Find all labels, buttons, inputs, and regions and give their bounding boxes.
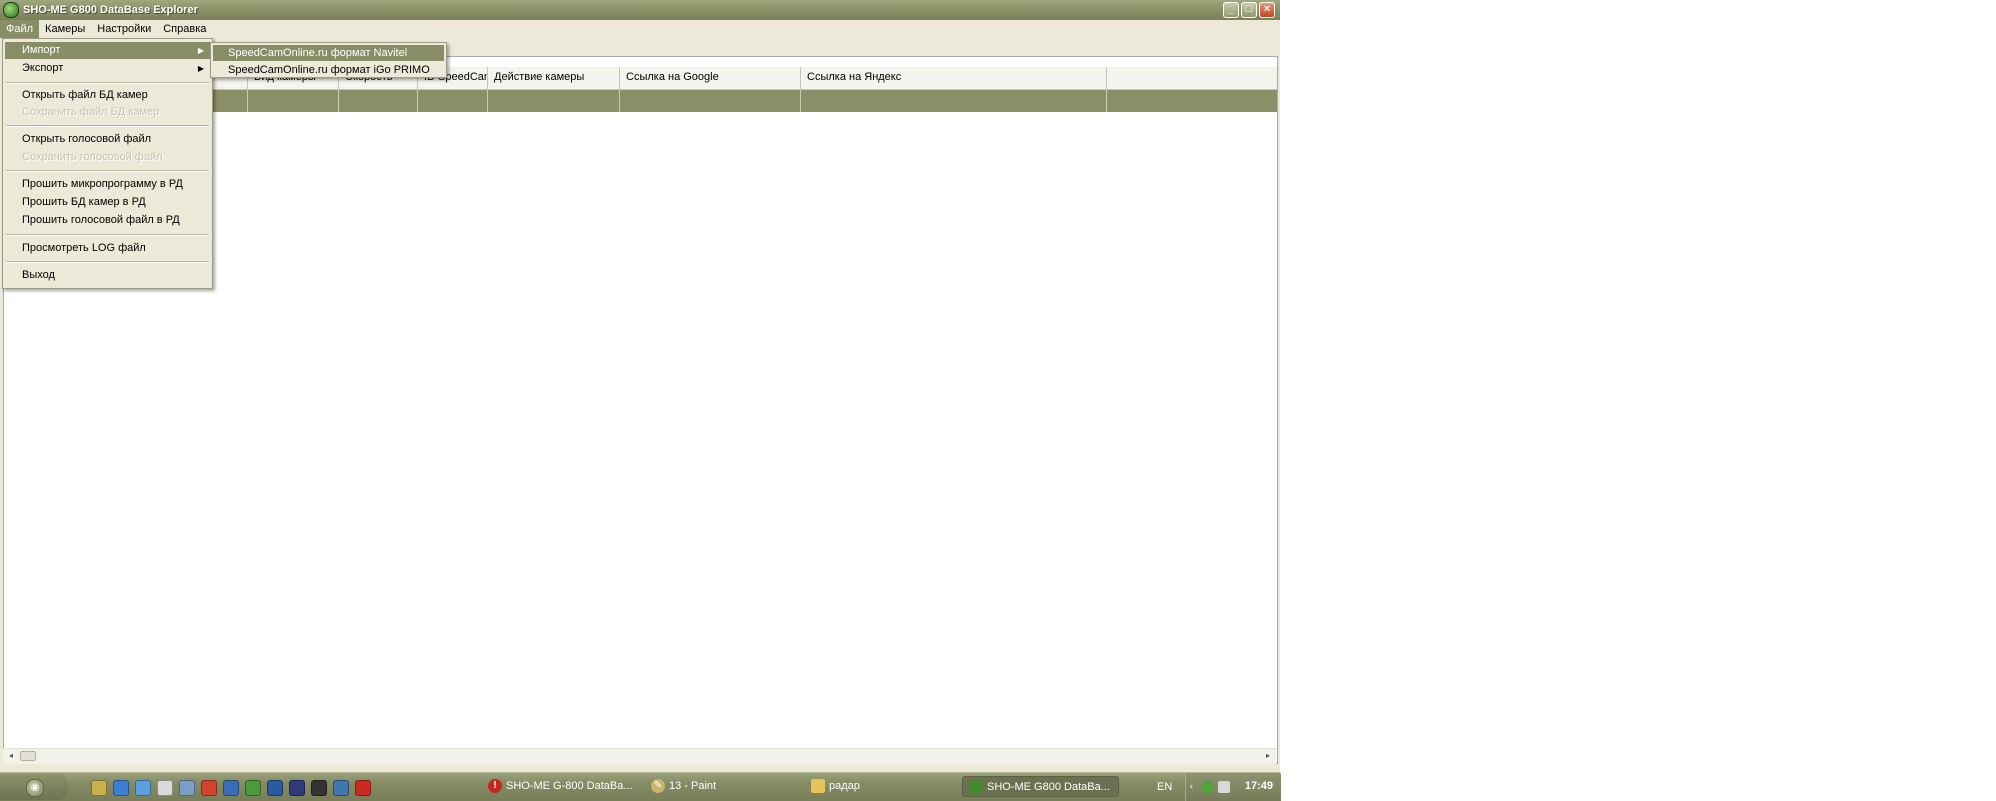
submenu-arrow-icon: ▶ bbox=[197, 46, 204, 55]
quicklaunch-app-icon[interactable] bbox=[201, 780, 217, 796]
quicklaunch-app-icon[interactable] bbox=[91, 780, 107, 796]
menu-separator bbox=[6, 261, 209, 263]
grid-cell[interactable] bbox=[418, 90, 488, 112]
taskbar-button-paint[interactable]: ✎ 13 - Paint bbox=[645, 776, 805, 797]
title-bar[interactable]: SHO-ME G800 DataBase Explorer _ □ × bbox=[0, 0, 1280, 20]
quicklaunch-app-icon[interactable] bbox=[267, 780, 283, 796]
scroll-left-icon[interactable]: ◂ bbox=[6, 751, 16, 761]
tray-expand-icon[interactable]: ‹ bbox=[1190, 781, 1196, 793]
menu-item-open-voice-file[interactable]: Открыть голосовой файл bbox=[5, 131, 210, 148]
minimize-button[interactable]: _ bbox=[1223, 2, 1239, 18]
menu-item-import[interactable]: Импорт ▶ bbox=[5, 42, 210, 59]
start-orb-icon: ◉ bbox=[26, 779, 44, 797]
grid-column-header[interactable]: Действие камеры bbox=[488, 67, 620, 89]
grid-column-header[interactable]: Ссылка на Google bbox=[620, 67, 801, 89]
submenu-item-igo-primo[interactable]: SpeedCamOnline.ru формат iGo PRIMO bbox=[213, 62, 444, 78]
maximize-button[interactable]: □ bbox=[1241, 2, 1257, 18]
quicklaunch-app-icon[interactable] bbox=[135, 780, 151, 796]
menu-item-flash-voice-file[interactable]: Прошить голосовой файл в РД bbox=[5, 212, 210, 229]
submenu-arrow-icon: ▶ bbox=[197, 64, 204, 73]
app-globe-icon bbox=[969, 780, 983, 794]
grid-cell[interactable] bbox=[339, 90, 418, 112]
taskbar: ◉ ! SHO-ME G-800 DataBa... ✎ 13 - Paint bbox=[0, 772, 1281, 801]
quicklaunch-app-icon[interactable] bbox=[311, 780, 327, 796]
quicklaunch-app-icon[interactable] bbox=[179, 780, 195, 796]
scroll-thumb[interactable] bbox=[20, 751, 36, 761]
menu-item-exit[interactable]: Выход bbox=[5, 267, 210, 284]
taskbar-button-folder[interactable]: радар bbox=[805, 776, 960, 797]
start-button[interactable]: ◉ bbox=[0, 774, 68, 800]
scroll-right-icon[interactable]: ▸ bbox=[1263, 751, 1273, 761]
import-submenu: SpeedCamOnline.ru формат Navitel SpeedCa… bbox=[210, 42, 447, 78]
menu-item-flash-firmware[interactable]: Прошить микропрограмму в РД bbox=[5, 176, 210, 193]
quicklaunch-app-icon[interactable] bbox=[289, 780, 305, 796]
grid-cell[interactable] bbox=[248, 90, 339, 112]
window-controls: _ □ × bbox=[1223, 2, 1275, 18]
close-button[interactable]: × bbox=[1259, 2, 1275, 18]
clock[interactable]: 17:49 bbox=[1245, 780, 1273, 792]
app-window: SHO-ME G800 DataBase Explorer _ □ × Файл… bbox=[0, 0, 1281, 801]
submenu-item-navitel[interactable]: SpeedCamOnline.ru формат Navitel bbox=[213, 45, 444, 61]
menu-separator bbox=[6, 82, 209, 84]
warning-app-icon: ! bbox=[488, 779, 502, 793]
quicklaunch-app-icon[interactable] bbox=[223, 780, 239, 796]
grid-cell[interactable] bbox=[620, 90, 801, 112]
menu-item-flash-camera-db[interactable]: Прошить БД камер в РД bbox=[5, 194, 210, 211]
menu-help[interactable]: Справка bbox=[157, 20, 212, 38]
tray-network-icon[interactable] bbox=[1218, 781, 1230, 793]
quicklaunch-ie-icon[interactable] bbox=[113, 780, 129, 796]
folder-icon bbox=[811, 779, 825, 793]
menu-separator bbox=[6, 125, 209, 127]
menu-item-open-camera-db[interactable]: Открыть файл БД камер bbox=[5, 87, 210, 104]
menu-bar: Файл Камеры Настройки Справка bbox=[0, 20, 1280, 38]
menu-item-view-log[interactable]: Просмотреть LOG файл bbox=[5, 240, 210, 257]
taskbar-button-dbexplorer-1[interactable]: ! SHO-ME G-800 DataBa... bbox=[482, 776, 642, 797]
language-indicator[interactable]: EN bbox=[1157, 781, 1172, 793]
quicklaunch-app-icon[interactable] bbox=[333, 780, 349, 796]
menu-item-export[interactable]: Экспорт ▶ bbox=[5, 60, 210, 77]
paint-icon: ✎ bbox=[651, 779, 665, 793]
app-icon bbox=[3, 2, 19, 18]
grid-cell[interactable] bbox=[488, 90, 620, 112]
menu-separator bbox=[6, 234, 209, 236]
tray-app-icon[interactable] bbox=[1202, 781, 1214, 793]
menu-item-save-camera-db: Сохранить файл БД камер bbox=[22, 106, 160, 118]
grid-cell[interactable] bbox=[801, 90, 1107, 112]
quicklaunch-chrome-icon[interactable] bbox=[245, 780, 261, 796]
menu-settings[interactable]: Настройки bbox=[91, 20, 157, 38]
horizontal-scrollbar[interactable]: ◂ ▸ bbox=[3, 748, 1276, 764]
menu-separator bbox=[6, 170, 209, 172]
menu-file[interactable]: Файл bbox=[0, 20, 40, 38]
quick-launch bbox=[91, 780, 371, 796]
window-title: SHO-ME G800 DataBase Explorer bbox=[23, 4, 198, 16]
menu-cameras[interactable]: Камеры bbox=[39, 20, 91, 38]
file-menu-dropdown: Импорт ▶ Экспорт ▶ Открыть файл БД камер… bbox=[2, 38, 213, 289]
quicklaunch-document-icon[interactable] bbox=[157, 780, 173, 796]
system-tray: ‹ 17:49 bbox=[1185, 773, 1281, 801]
menu-item-save-voice-file: Сохранить голосовой файл bbox=[22, 151, 163, 163]
grid-column-header[interactable]: Ссылка на Яндекс bbox=[801, 67, 1107, 89]
quicklaunch-app-icon[interactable] bbox=[355, 780, 371, 796]
taskbar-button-dbexplorer-2[interactable]: SHO-ME G800 DataBa... bbox=[962, 776, 1119, 797]
